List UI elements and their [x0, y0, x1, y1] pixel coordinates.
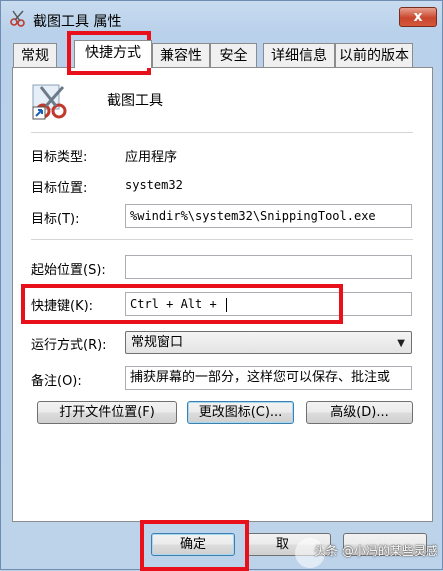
hotkey-input[interactable]: Ctrl + Alt + — [125, 292, 412, 316]
hotkey-label: 快捷键(K): — [31, 299, 94, 314]
target-type-value: 应用程序 — [125, 150, 178, 165]
target-location-value: system32 — [125, 178, 183, 192]
change-icon-button[interactable]: 更改图标(C)... — [187, 401, 294, 424]
properties-window: 截图工具 属性 x 常规 快捷方式 兼容性 安全 详细信息 以前的版本 截图工具… — [0, 0, 443, 571]
separator — [31, 132, 413, 133]
run-select[interactable]: 常规窗口 ▼ — [125, 331, 412, 354]
ok-button[interactable]: 确定 — [151, 533, 235, 556]
window-title: 截图工具 属性 — [33, 14, 122, 30]
shortcut-name: 截图工具 — [107, 93, 163, 109]
tab-previous-versions[interactable]: 以前的版本 — [335, 43, 413, 67]
hotkey-value: Ctrl + Alt + — [130, 297, 224, 311]
watermark-text: 头条 @小冯的某些灵感 — [314, 544, 438, 558]
target-label: 目标(T): — [31, 212, 80, 227]
snipping-tool-icon — [31, 81, 71, 121]
title-bar: 截图工具 属性 x — [1, 1, 443, 35]
tab-compatibility[interactable]: 兼容性 — [152, 43, 210, 67]
separator — [31, 239, 413, 240]
start-in-input[interactable] — [125, 255, 412, 279]
close-button[interactable]: x — [399, 7, 437, 27]
target-location-label: 目标位置: — [31, 181, 88, 196]
advanced-button[interactable]: 高级(D)... — [306, 401, 413, 424]
open-file-location-button[interactable]: 打开文件位置(F) — [37, 401, 177, 424]
start-in-label: 起始位置(S): — [31, 263, 106, 278]
text-caret — [225, 297, 227, 312]
comment-input[interactable]: 捕获屏幕的一部分，这样您可以保存、批注或 — [125, 366, 412, 390]
target-input[interactable]: %windir%\system32\SnippingTool.exe — [125, 204, 412, 228]
tab-shortcut[interactable]: 快捷方式 — [74, 40, 152, 68]
target-type-label: 目标类型: — [31, 150, 88, 165]
chevron-down-icon: ▼ — [397, 338, 405, 349]
tab-security[interactable]: 安全 — [210, 43, 257, 67]
tab-general[interactable]: 常规 — [13, 43, 57, 67]
comment-label: 备注(O): — [31, 374, 82, 389]
snipping-tool-app-icon — [9, 9, 27, 27]
tab-strip: 常规 快捷方式 兼容性 安全 详细信息 以前的版本 — [13, 40, 433, 69]
tab-details[interactable]: 详细信息 — [263, 43, 335, 67]
run-label: 运行方式(R): — [31, 338, 107, 353]
run-select-value: 常规窗口 — [131, 335, 184, 350]
